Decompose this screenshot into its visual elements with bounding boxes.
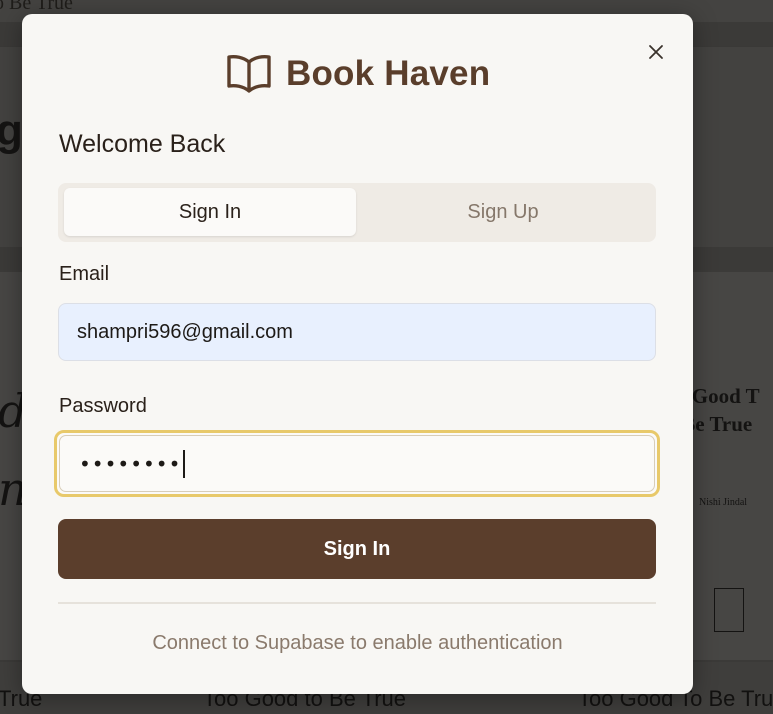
- tab-sign-in[interactable]: Sign In: [64, 188, 356, 236]
- publisher-emblem-icon: [714, 588, 744, 632]
- password-masked-value: ••••••••: [79, 451, 182, 476]
- sign-in-button[interactable]: Sign In: [58, 519, 656, 579]
- text-caret: [183, 449, 186, 478]
- book-open-icon: [227, 54, 271, 93]
- email-value: shampri596@gmail.com: [77, 320, 293, 343]
- tab-sign-up[interactable]: Sign Up: [356, 188, 650, 236]
- modal-heading: Welcome Back: [59, 130, 226, 158]
- auth-footer-note: Connect to Supabase to enable authentica…: [152, 632, 563, 654]
- close-button[interactable]: [642, 38, 670, 66]
- background-book-author: Nishi Jindal: [699, 497, 748, 508]
- brand-logo: Book Haven: [226, 52, 490, 96]
- divider: [58, 602, 656, 604]
- background-heading-fragment: g: [0, 106, 23, 155]
- background-header-text: o Be True: [0, 0, 73, 14]
- password-field[interactable]: ••••••••: [54, 430, 660, 497]
- close-icon: [649, 45, 663, 59]
- auth-modal: Book Haven Welcome Back Sign In Sign Up …: [22, 14, 693, 694]
- email-label: Email: [59, 263, 110, 285]
- brand-title: Book Haven: [286, 54, 491, 93]
- password-label: Password: [59, 395, 147, 417]
- email-field[interactable]: shampri596@gmail.com: [58, 303, 656, 361]
- auth-tabs: Sign In Sign Up: [58, 183, 656, 242]
